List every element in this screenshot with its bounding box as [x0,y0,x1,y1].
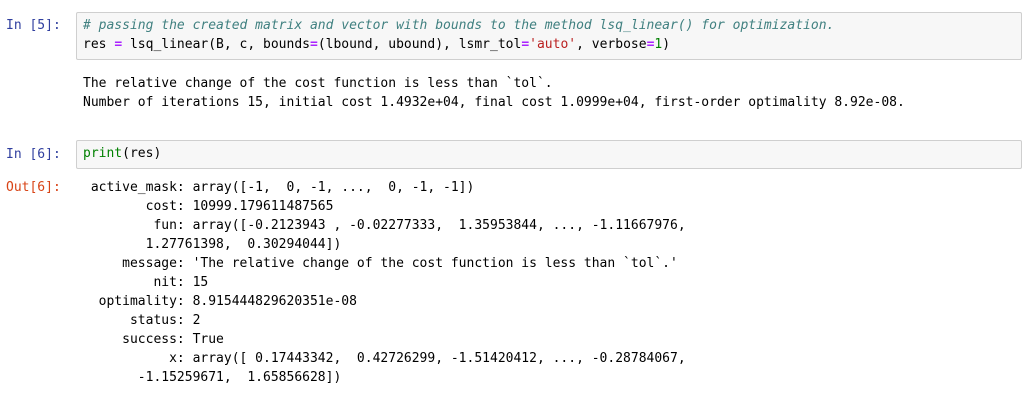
code-token: (res) [122,146,162,161]
output-area-6: active_mask: array([-1, 0, -1, ..., 0, -… [83,178,1022,387]
result-line: fun: array([-0.2123943 , -0.02277333, 1.… [83,218,686,233]
input-prompt-5: In [5]: [6,18,61,33]
code-token: print [83,146,123,161]
code-token: 'auto' [529,37,577,52]
code-token: res [83,37,115,52]
result-line: x: array([ 0.17443342, 0.42726299, -1.51… [83,351,686,366]
result-line: message: 'The relative change of the cos… [83,256,678,271]
result-line: nit: 15 [83,275,209,290]
code-line: print(res) [83,144,1015,163]
output-prompt-6: Out[6]: [6,180,61,195]
result-line: status: 2 [83,313,201,328]
result-line: -1.15259671, 1.65856628]) [83,370,342,385]
result-line: active_mask: array([-1, 0, -1, ..., 0, -… [83,180,475,195]
result-line: 1.27761398, 0.30294044]) [83,237,342,252]
code-comment-line: # passing the created matrix and vector … [83,18,835,33]
stdout-line: Number of iterations 15, initial cost 1.… [83,95,905,110]
input-prompt-6: In [6]: [6,147,61,162]
code-token: , verbose [576,37,647,52]
code-token: lsq_linear(B, c, bounds [122,37,310,52]
code-token: ) [662,37,671,52]
code-cell-5[interactable]: # passing the created matrix and vector … [76,12,1022,60]
code-token: = [114,37,123,52]
output-area-5: The relative change of the cost function… [83,74,1022,112]
code-cell-6[interactable]: print(res) [76,140,1022,169]
result-line: cost: 10999.179611487565 [83,199,334,214]
stdout-line: The relative change of the cost function… [83,76,553,91]
code-token: = [309,37,318,52]
code-token: (lbound, ubound), lsmr_tol [317,37,522,52]
result-line: optimality: 8.915444829620351e-08 [83,294,357,309]
code-token: = [521,37,530,52]
result-line: success: True [83,332,224,347]
code-line: res = lsq_linear(B, c, bounds=(lbound, u… [83,35,1015,54]
